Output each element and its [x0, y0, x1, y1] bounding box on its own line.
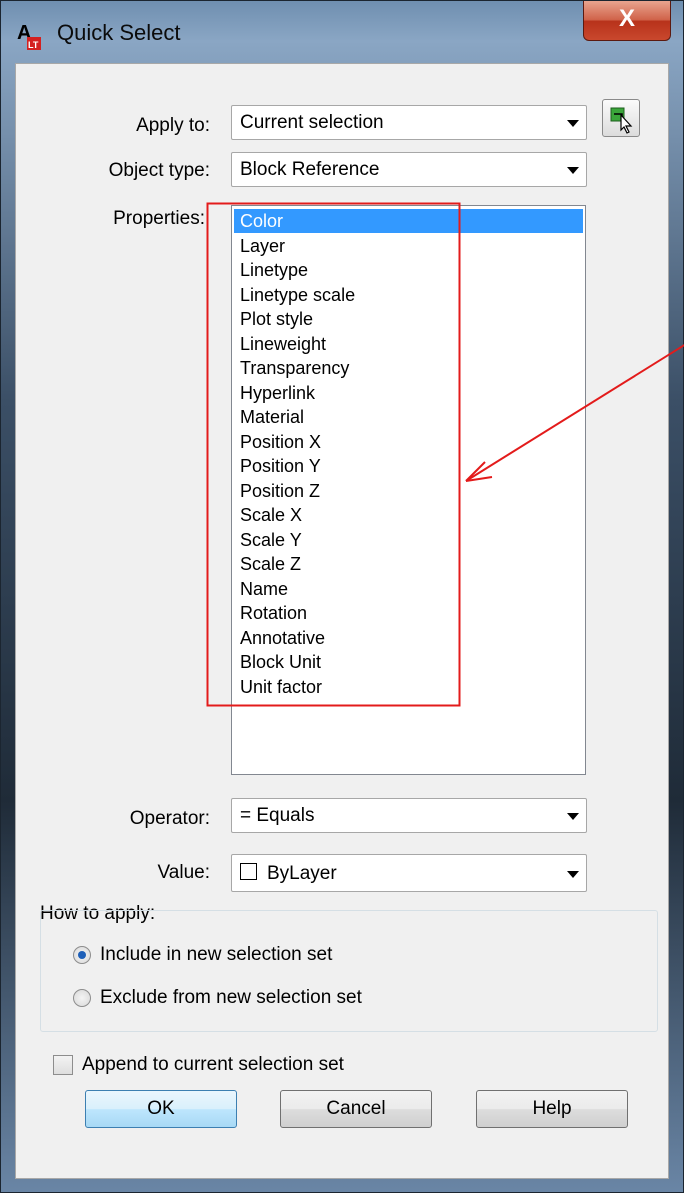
select-objects-icon [610, 107, 633, 134]
list-item[interactable]: Lineweight [234, 332, 583, 356]
list-item[interactable]: Color [234, 209, 583, 233]
list-item[interactable]: Linetype scale [234, 283, 583, 307]
list-item[interactable]: Annotative [234, 626, 583, 650]
autocad-lt-icon: A LT [15, 21, 43, 51]
apply-to-value: Current selection [240, 112, 384, 133]
window-title: Quick Select [57, 20, 181, 45]
exclude-radio[interactable] [73, 989, 91, 1007]
list-item[interactable]: Plot style [234, 307, 583, 331]
list-item[interactable]: Rotation [234, 601, 583, 625]
operator-dropdown[interactable]: = Equals [231, 798, 587, 833]
help-button[interactable]: Help [476, 1090, 628, 1128]
object-type-label: Object type: [108, 160, 210, 181]
list-item[interactable]: Material [234, 405, 583, 429]
select-objects-button[interactable] [602, 99, 640, 137]
cancel-button[interactable]: Cancel [280, 1090, 432, 1128]
append-checkbox[interactable] [53, 1055, 73, 1075]
object-type-dropdown[interactable]: Block Reference [231, 152, 587, 187]
list-item[interactable]: Block Unit [234, 650, 583, 674]
svg-text:LT: LT [28, 40, 39, 50]
value-dropdown[interactable]: ByLayer [231, 854, 587, 892]
ok-button[interactable]: OK [85, 1090, 237, 1128]
append-label[interactable]: Append to current selection set [82, 1054, 344, 1076]
color-swatch [240, 863, 257, 880]
list-item[interactable]: Scale X [234, 503, 583, 527]
include-radio[interactable] [73, 946, 91, 964]
list-item[interactable]: Unit factor [234, 675, 583, 699]
apply-to-dropdown[interactable]: Current selection [231, 105, 587, 140]
object-type-value: Block Reference [240, 159, 380, 180]
list-item[interactable]: Position X [234, 430, 583, 454]
operator-value: = Equals [240, 805, 315, 826]
list-item[interactable]: Linetype [234, 258, 583, 282]
list-item[interactable]: Position Z [234, 479, 583, 503]
operator-label: Operator: [129, 808, 210, 829]
properties-listbox[interactable]: Color Layer Linetype Linetype scale Plot… [231, 205, 586, 775]
list-item[interactable]: Hyperlink [234, 381, 583, 405]
list-item[interactable]: Position Y [234, 454, 583, 478]
chevron-down-icon [567, 871, 579, 878]
title-bar: A LT Quick Select X [1, 1, 684, 63]
properties-label: Properties: [113, 208, 205, 229]
chevron-down-icon [567, 813, 579, 820]
value-value: ByLayer [267, 863, 337, 884]
list-item[interactable]: Transparency [234, 356, 583, 380]
how-to-apply-group [40, 910, 658, 1032]
chevron-down-icon [567, 167, 579, 174]
chevron-down-icon [567, 120, 579, 127]
value-label: Value: [157, 862, 210, 883]
list-item[interactable]: Name [234, 577, 583, 601]
list-item[interactable]: Scale Y [234, 528, 583, 552]
close-icon: X [618, 5, 635, 32]
apply-to-label: Apply to: [136, 115, 210, 136]
exclude-label[interactable]: Exclude from new selection set [100, 987, 362, 1009]
list-item[interactable]: Layer [234, 234, 583, 258]
close-button[interactable]: X [583, 1, 671, 41]
list-item[interactable]: Scale Z [234, 552, 583, 576]
include-label[interactable]: Include in new selection set [100, 944, 332, 966]
